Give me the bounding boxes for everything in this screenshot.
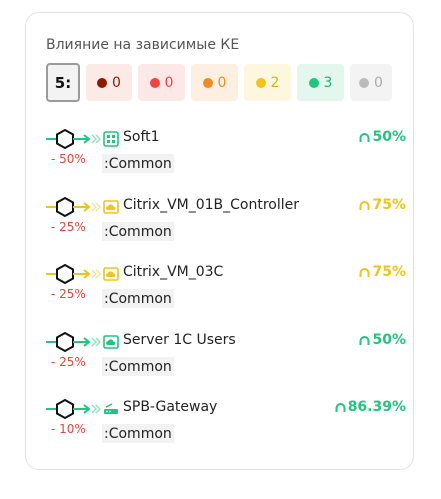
ke-name[interactable]: SPB-Gateway <box>123 399 217 415</box>
impact-card: Влияние на зависимые КЕ 5: 0 0 0 2 3 0 -… <box>25 12 414 470</box>
health-value: 75% <box>372 264 406 280</box>
ke-namespace: :Common <box>102 222 174 241</box>
ke-name[interactable]: Citrix_VM_03C <box>123 264 223 280</box>
minor-count: 0 <box>217 74 227 91</box>
major-dot-icon <box>149 77 160 88</box>
cloud-icon <box>103 335 119 349</box>
impact-percent: - 10% <box>51 422 86 436</box>
filter-major-button[interactable]: 0 <box>138 64 185 101</box>
critical-dot-icon <box>97 77 108 88</box>
major-count: 0 <box>164 74 174 91</box>
ke-name[interactable]: Server 1C Users <box>123 332 236 348</box>
impact-percent: - 25% <box>51 220 86 234</box>
dependent-ke-item[interactable]: - 25% Citrix_VM_01B_Controller :Common 7… <box>46 196 406 256</box>
impact-percent: - 25% <box>51 355 86 369</box>
dependent-ke-item[interactable]: - 25% Server 1C Users :Common 50% <box>46 331 406 391</box>
filter-minor-button[interactable]: 0 <box>191 64 238 101</box>
filter-critical-button[interactable]: 0 <box>86 64 132 101</box>
ke-namespace: :Common <box>102 289 174 308</box>
minor-dot-icon <box>202 77 213 88</box>
health-arc-icon <box>359 200 370 210</box>
dependent-ke-item[interactable]: - 50% Soft1 :Common 50% <box>46 128 406 188</box>
filter-unknown-button[interactable]: 0 <box>350 64 392 101</box>
health-value: 50% <box>372 332 406 348</box>
unknown-dot-icon <box>359 77 370 88</box>
health-arc-icon <box>359 267 370 277</box>
health-indicator: 75% <box>359 264 406 280</box>
ke-namespace: :Common <box>102 357 174 376</box>
health-indicator: 75% <box>359 197 406 213</box>
health-arc-icon <box>359 335 370 345</box>
dependency-link-icon <box>46 128 101 150</box>
health-arc-icon <box>359 132 370 142</box>
health-value: 75% <box>372 197 406 213</box>
cloud-icon <box>103 200 119 214</box>
impact-percent: - 25% <box>51 287 86 301</box>
impact-percent: - 50% <box>51 152 86 166</box>
critical-count: 0 <box>112 74 121 91</box>
router-icon <box>104 403 118 414</box>
dependent-ke-item[interactable]: - 25% Citrix_VM_03C :Common 75% <box>46 263 406 323</box>
health-value: 86.39% <box>347 399 406 415</box>
warning-count: 2 <box>270 74 280 91</box>
health-indicator: 50% <box>359 332 406 348</box>
dependent-ke-item[interactable]: - 10% SPB-Gateway :Common 86.39% <box>46 398 406 458</box>
filter-all-button[interactable]: 5: <box>46 63 80 102</box>
dependency-link-icon <box>46 196 101 218</box>
health-indicator: 50% <box>359 129 406 145</box>
warning-dot-icon <box>255 77 266 88</box>
dependency-link-icon <box>46 398 101 420</box>
card-title: Влияние на зависимые КЕ <box>46 37 240 53</box>
grid-app-icon <box>103 131 119 147</box>
health-arc-icon <box>335 402 346 412</box>
ok-count: 3 <box>323 74 333 91</box>
ke-namespace: :Common <box>102 424 174 443</box>
health-indicator: 86.39% <box>335 399 406 415</box>
dependency-link-icon <box>46 263 101 285</box>
dependency-link-icon <box>46 331 101 353</box>
ok-dot-icon <box>308 77 319 88</box>
filter-warning-button[interactable]: 2 <box>244 64 291 101</box>
ke-name[interactable]: Soft1 <box>123 129 160 145</box>
cloud-icon <box>103 267 119 281</box>
unknown-count: 0 <box>374 74 383 91</box>
ke-namespace: :Common <box>102 154 174 173</box>
filter-ok-button[interactable]: 3 <box>297 64 344 101</box>
health-value: 50% <box>372 129 406 145</box>
ke-name[interactable]: Citrix_VM_01B_Controller <box>123 197 299 213</box>
